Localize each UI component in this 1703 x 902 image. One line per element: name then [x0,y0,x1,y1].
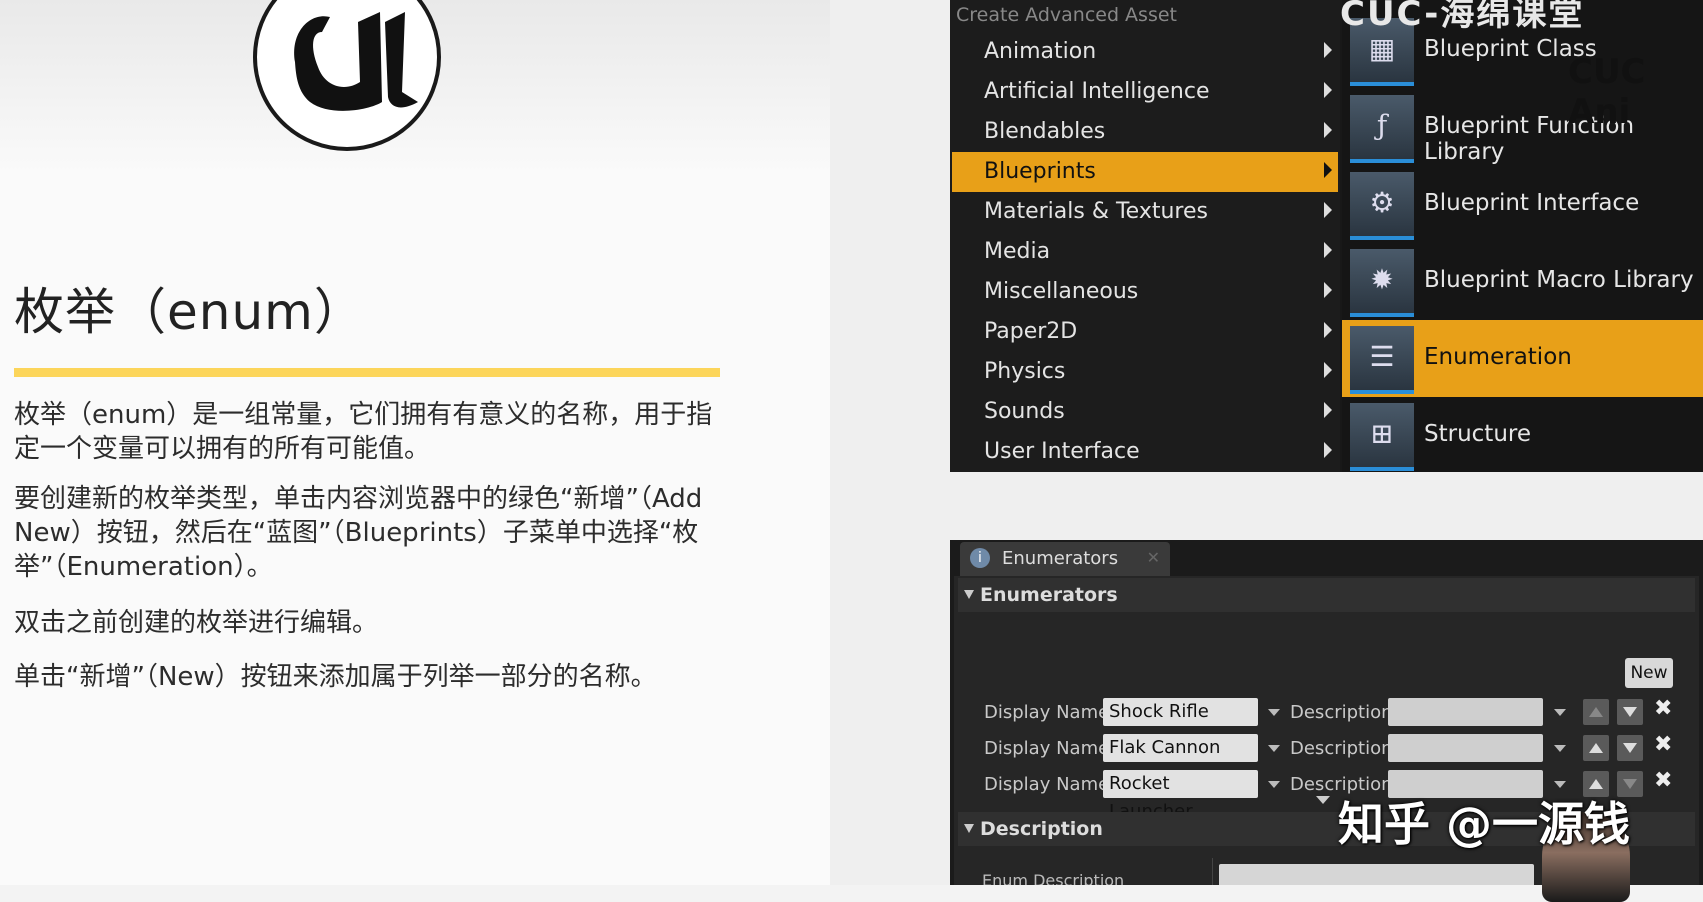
paragraph-2: 要创建新的枚举类型，单击内容浏览器中的绿色“新增”（Add New）按钮，然后在… [14,484,703,582]
menu-item-miscellaneous[interactable]: Miscellaneous [952,272,1338,312]
unreal-logo-icon [253,0,441,151]
submenu-arrow-icon [1324,122,1332,138]
move-up-button[interactable] [1583,735,1609,761]
structure-icon: ⊞ [1350,403,1414,471]
interface-icon: ⚙ [1350,172,1414,240]
move-down-button[interactable] [1617,735,1643,761]
enumerator-row: Display Name Shock Rifle Description ✖ [958,694,1695,730]
menu-item-label: Miscellaneous [984,279,1139,304]
menu-header: Create Advanced Asset [956,4,1177,26]
channel-watermark: CUC-海绵课堂 [1340,0,1585,34]
new-enumerator-button[interactable]: New [1625,658,1673,688]
menu-item-label: Paper2D [984,319,1078,344]
submenu-arrow-icon [1324,202,1332,218]
document-list-icon: ☰ [1350,326,1414,394]
expand-arrow-icon[interactable] [1316,796,1330,804]
paragraph-1: 枚举（enum）是一组常量，它们拥有有意义的名称，用于指定一个变量可以拥有的所有… [14,400,713,464]
function-icon: ƒ [1350,95,1414,163]
description-input[interactable] [1388,734,1543,762]
menu-item-label: Sounds [984,399,1065,424]
submenu-arrow-icon [1324,442,1332,458]
dropdown-arrow-icon[interactable] [1554,781,1566,788]
display-name-input[interactable]: Shock Rifle [1103,698,1258,726]
menu-item-sounds[interactable]: Sounds [952,392,1338,432]
info-icon: i [970,548,990,568]
delete-icon[interactable]: ✖ [1654,768,1672,793]
category-column: Create Advanced Asset Animation Artifici… [950,0,1340,472]
delete-icon[interactable]: ✖ [1654,732,1672,757]
delete-icon[interactable]: ✖ [1654,696,1672,721]
enumerator-row: Display Name Flak Cannon Description ✖ [958,730,1695,766]
column-divider [1212,858,1213,885]
submenu-arrow-icon [1324,402,1332,418]
dropdown-arrow-icon[interactable] [1268,781,1280,788]
close-tab-icon[interactable]: ✕ [1147,548,1160,567]
tab-enumerators[interactable]: i Enumerators ✕ [960,542,1170,576]
submenu-label: Blueprint Interface [1424,190,1640,216]
menu-item-label: Artificial Intelligence [984,79,1210,104]
submenu-arrow-icon [1324,362,1332,378]
description-label: Description [1290,738,1393,759]
dropdown-arrow-icon[interactable] [1268,709,1280,716]
submenu-structure[interactable]: ⊞ Structure [1342,397,1703,472]
collapse-triangle-icon [964,824,974,833]
tab-label: Enumerators [1002,548,1119,569]
menu-item-label: User Interface [984,439,1140,464]
submenu-arrow-icon [1324,242,1332,258]
dropdown-arrow-icon[interactable] [1268,745,1280,752]
menu-item-media[interactable]: Media [952,232,1338,272]
display-name-label: Display Name [984,702,1110,723]
enum-description-input[interactable] [1219,864,1534,885]
submenu-blueprint-macro-library[interactable]: ✹ Blueprint Macro Library [1342,243,1703,320]
paragraph-4: 单击“新增”（New）按钮来添加属于列举一部分的名称。 [14,662,657,692]
slide-title: 枚举（enum） [14,283,365,341]
display-name-label: Display Name [984,738,1110,759]
slide-panel: 枚举（enum） 枚举（enum）是一组常量，它们拥有有意义的名称，用于指定一个… [0,0,830,885]
description-input[interactable] [1388,698,1543,726]
menu-item-label: Blendables [984,119,1106,144]
menu-item-physics[interactable]: Physics [952,352,1338,392]
dropdown-arrow-icon[interactable] [1554,745,1566,752]
title-underline [14,368,720,377]
menu-item-label: Animation [984,39,1097,64]
brand-watermark: CUC Ani [1568,52,1646,132]
submenu-arrow-icon [1324,282,1332,298]
menu-item-label: Materials & Textures [984,199,1208,224]
menu-item-label: Blueprints [984,159,1096,184]
submenu-label: Enumeration [1424,344,1572,370]
submenu-enumeration[interactable]: ☰ Enumeration [1342,320,1703,397]
description-label: Description [1290,702,1393,723]
menu-item-artificial-intelligence[interactable]: Artificial Intelligence [952,72,1338,112]
move-up-button[interactable] [1583,699,1609,725]
section-label: Description [980,818,1103,840]
menu-item-paper2d[interactable]: Paper2D [952,312,1338,352]
menu-item-user-interface[interactable]: User Interface [952,432,1338,472]
submenu-arrow-icon [1324,162,1332,178]
enumerators-section-header[interactable]: Enumerators [958,578,1695,612]
submenu-arrow-icon [1324,42,1332,58]
submenu-label: Structure [1424,421,1531,447]
collapse-triangle-icon [964,590,974,599]
section-label: Enumerators [980,584,1118,606]
paragraph-3: 双击之前创建的枚举进行编辑。 [14,608,379,638]
menu-item-label: Media [984,239,1051,264]
menu-item-animation[interactable]: Animation [952,32,1338,72]
submenu-arrow-icon [1324,322,1332,338]
dropdown-arrow-icon[interactable] [1554,709,1566,716]
menu-item-label: Physics [984,359,1066,384]
display-name-input[interactable]: Rocket Launcher [1103,770,1258,822]
display-name-label: Display Name [984,774,1110,795]
menu-item-blueprints[interactable]: Blueprints [952,152,1338,192]
menu-item-blendables[interactable]: Blendables [952,112,1338,152]
move-down-button[interactable] [1617,699,1643,725]
submenu-label: Blueprint Macro Library [1424,267,1694,293]
display-name-input[interactable]: Flak Cannon [1103,734,1258,762]
submenu-blueprint-interface[interactable]: ⚙ Blueprint Interface [1342,166,1703,243]
menu-item-materials-textures[interactable]: Materials & Textures [952,192,1338,232]
enum-description-label: Enum Description [982,871,1125,885]
zhihu-watermark: 知乎 @一源钱 [1338,797,1631,851]
submenu-arrow-icon [1324,82,1332,98]
gear-icon: ✹ [1350,249,1414,317]
